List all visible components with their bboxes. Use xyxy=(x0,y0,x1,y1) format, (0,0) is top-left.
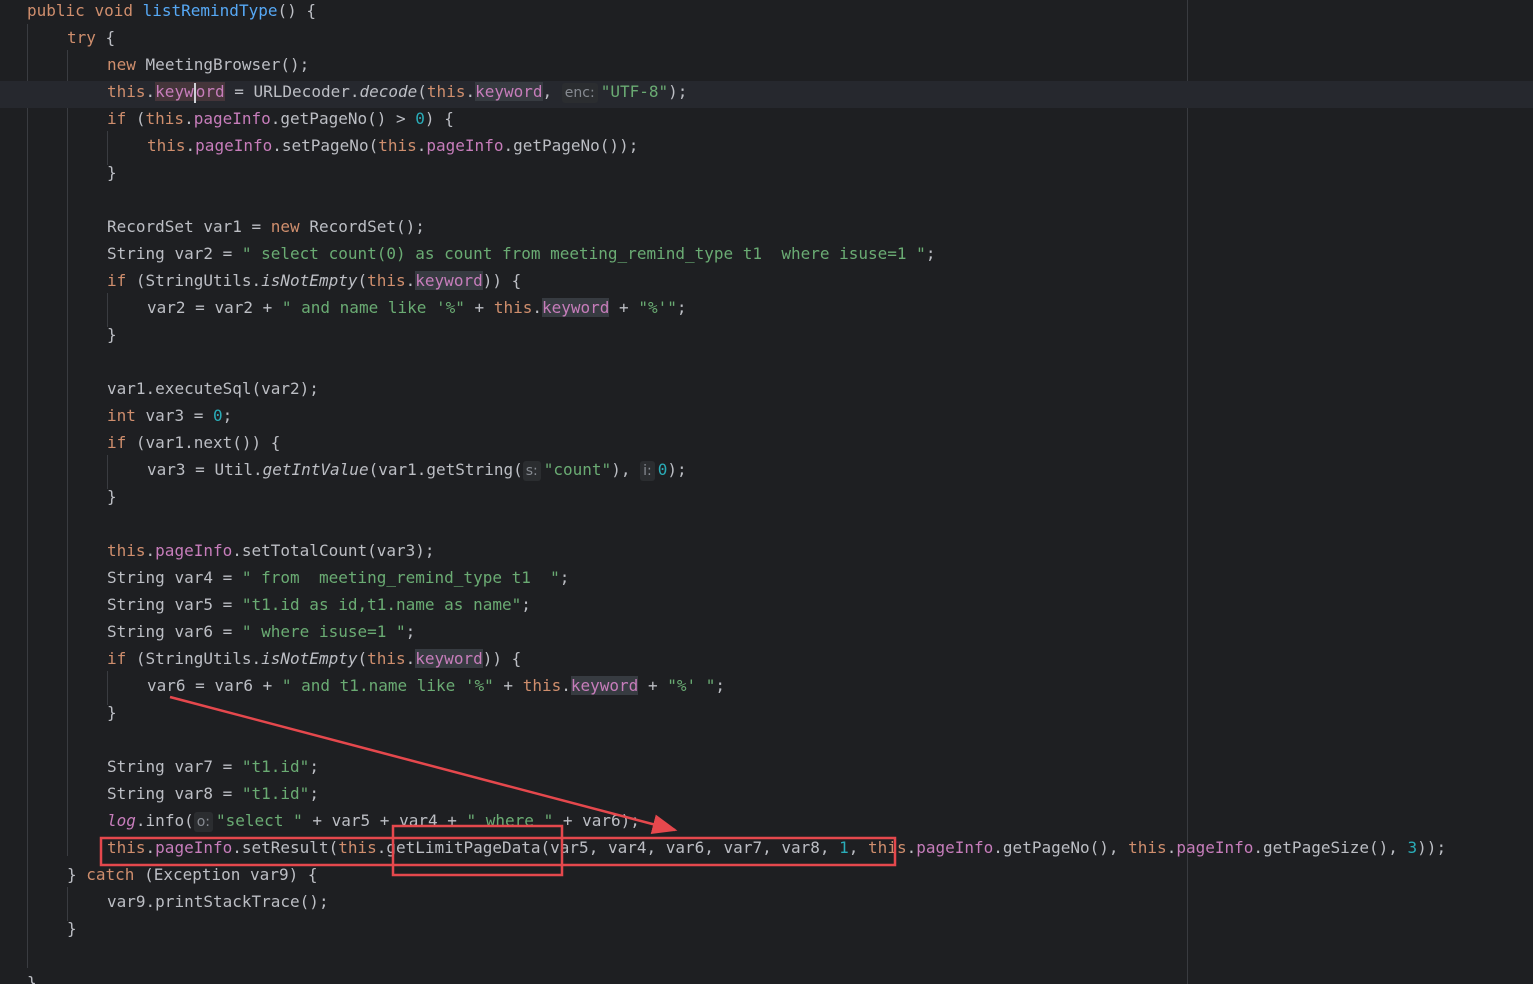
code-line[interactable]: var1.executeSql(var2); xyxy=(0,378,1533,405)
code-line[interactable]: var9.printStackTrace(); xyxy=(0,891,1533,918)
keyword-try: try xyxy=(67,28,96,47)
code-line[interactable]: RecordSet var1 = new RecordSet(); xyxy=(0,216,1533,243)
inlay-hint: s: xyxy=(522,461,541,481)
code-line[interactable]: } xyxy=(0,486,1533,513)
current-code-line[interactable]: this.keyw ord = URLDecoder.decode(this.ke… xyxy=(0,81,1533,108)
code-line[interactable]: String var5 = "t1.id as id,t1.name as na… xyxy=(0,594,1533,621)
code-line[interactable]: new MeetingBrowser(); xyxy=(0,54,1533,81)
code-line[interactable]: } catch (Exception var9) { xyxy=(0,864,1533,891)
code-line[interactable]: if (var1.next()) { xyxy=(0,432,1533,459)
code-line[interactable]: if (StringUtils.isNotEmpty(this.keyword)… xyxy=(0,270,1533,297)
code-line[interactable]: var2 = var2 + " and name like '%" + this… xyxy=(0,297,1533,324)
code-line[interactable]: String var2 = " select count(0) as count… xyxy=(0,243,1533,270)
keyword-field-highlighted: keyw ord xyxy=(155,82,225,103)
keyword-new: new xyxy=(107,55,136,74)
code-editor[interactable]: public void listRemindType() { try { new… xyxy=(0,0,1533,984)
inlay-hint: i: xyxy=(640,461,655,481)
code-line[interactable]: var3 = Util.getIntValue(var1.getString(s… xyxy=(0,459,1533,486)
get-limit-page-data-call: getLimitPageData xyxy=(386,838,541,857)
code-line[interactable]: this.pageInfo.setPageNo(this.pageInfo.ge… xyxy=(0,135,1533,162)
code-line[interactable]: } xyxy=(0,972,1533,984)
inlay-hint: enc: xyxy=(561,83,598,103)
class-name: URLDecoder xyxy=(253,82,350,101)
code-line[interactable]: String var8 = "t1.id"; xyxy=(0,783,1533,810)
code-line[interactable]: log.info(o: "select " + var5 + var4 + " w… xyxy=(0,810,1533,837)
code-line[interactable]: } xyxy=(0,702,1533,729)
code-line[interactable]: if (this.pageInfo.getPageNo() > 0) { xyxy=(0,108,1533,135)
code-line[interactable]: String var6 = " where isuse=1 "; xyxy=(0,621,1533,648)
code-line[interactable]: String var4 = " from meeting_remind_type… xyxy=(0,567,1533,594)
inlay-hint: o: xyxy=(193,812,214,832)
keyword-this: this xyxy=(107,82,146,101)
code-line[interactable]: String var7 = "t1.id"; xyxy=(0,756,1533,783)
keyword-public: public xyxy=(27,1,85,20)
code-line[interactable]: if (StringUtils.isNotEmpty(this.keyword)… xyxy=(0,648,1533,675)
class-name: MeetingBrowser xyxy=(145,55,281,74)
method-name: listRemindType xyxy=(142,1,278,20)
code-line[interactable]: } xyxy=(0,324,1533,351)
code-line[interactable]: } xyxy=(0,918,1533,945)
code-line[interactable]: this.pageInfo.setResult(this.getLimitPag… xyxy=(0,837,1533,864)
keyword-field: keyword xyxy=(475,82,543,101)
code-line[interactable]: } xyxy=(0,162,1533,189)
code-line[interactable]: this.pageInfo.setTotalCount(var3); xyxy=(0,540,1533,567)
code-line[interactable]: public void listRemindType() { xyxy=(0,0,1533,27)
code-line[interactable]: try { xyxy=(0,27,1533,54)
string-literal: "UTF-8" xyxy=(600,82,669,101)
keyword-void: void xyxy=(94,1,133,20)
static-method: decode xyxy=(359,82,418,101)
code-line[interactable]: var6 = var6 + " and t1.name like '%" + t… xyxy=(0,675,1533,702)
string-literal: " select count(0) as count from meeting_… xyxy=(241,244,926,263)
code-line[interactable]: int var3 = 0; xyxy=(0,405,1533,432)
